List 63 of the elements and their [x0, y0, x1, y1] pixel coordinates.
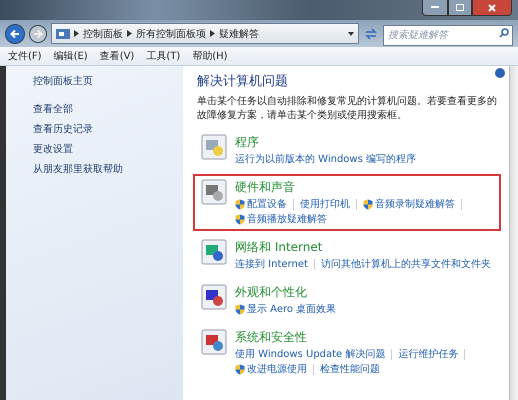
shield-icon	[363, 198, 373, 210]
task-link[interactable]: 检查性能问题	[320, 362, 380, 376]
chevron-icon	[74, 30, 79, 37]
maximize-button[interactable]	[448, 0, 472, 16]
scrollbar[interactable]	[509, 66, 518, 400]
task-link[interactable]: 运行为以前版本的 Windows 编写的程序	[235, 152, 416, 166]
sidebar-link[interactable]: 查看全部	[33, 102, 183, 116]
search-icon[interactable]	[499, 28, 509, 38]
shield-icon	[235, 304, 245, 314]
network-icon	[201, 239, 227, 265]
arrow-left-icon	[10, 28, 20, 38]
task-link[interactable]: 配置设备	[235, 197, 287, 211]
close-button[interactable]	[472, 0, 512, 16]
task-link[interactable]: 音频录制疑难解答	[363, 197, 455, 211]
category-title[interactable]: 程序	[235, 134, 416, 151]
task-link[interactable]: 访问其他计算机上的共享文件和文件夹	[320, 257, 491, 271]
task-link[interactable]: 使用打印机	[300, 197, 350, 211]
task-link[interactable]: 使用 Windows Update 解决问题	[235, 347, 386, 361]
menu-item[interactable]: 查看(V)	[100, 49, 134, 63]
search-field[interactable]: 搜索疑难解答	[383, 25, 513, 46]
sidebar-link[interactable]: 从朋友那里获取帮助	[33, 162, 183, 176]
programs-icon	[201, 134, 227, 160]
sidebar-link[interactable]: 更改设置	[33, 142, 183, 156]
breadcrumb-item[interactable]: 所有控制面板项	[136, 26, 206, 40]
page-heading: 解决计算机问题	[197, 73, 289, 90]
dropdown-icon[interactable]	[348, 32, 354, 36]
breadcrumb-item[interactable]: 疑难解答	[219, 26, 259, 40]
hardware-icon	[201, 179, 227, 205]
chevron-icon	[127, 30, 132, 37]
control-panel-icon	[56, 28, 70, 38]
task-link[interactable]: 音频播放疑难解答	[235, 212, 327, 226]
appearance-icon	[201, 284, 227, 310]
category-title[interactable]: 外观和个性化	[235, 284, 336, 301]
category-title[interactable]: 硬件和声音	[235, 179, 493, 196]
minimize-button[interactable]	[422, 0, 448, 16]
category-title[interactable]: 系统和安全性	[235, 329, 493, 346]
arrow-right-icon	[33, 28, 43, 38]
sidebar-link[interactable]: 控制面板主页	[33, 74, 183, 88]
task-link[interactable]: 显示 Aero 桌面效果	[235, 302, 336, 316]
chevron-icon	[210, 30, 215, 37]
task-link[interactable]: 连接到 Internet	[235, 257, 308, 271]
system-icon	[201, 329, 227, 355]
close-icon	[488, 4, 496, 12]
shield-icon	[235, 364, 245, 374]
minimize-icon	[431, 6, 439, 9]
shield-icon	[235, 214, 245, 224]
refresh-icon[interactable]	[363, 26, 379, 40]
shield-icon	[235, 198, 245, 210]
menu-item[interactable]: 工具(T)	[146, 49, 180, 63]
menu-item[interactable]: 文件(F)	[8, 49, 42, 63]
category-title[interactable]: 网络和 Internet	[235, 239, 491, 256]
help-icon[interactable]	[495, 68, 505, 78]
task-link[interactable]: 运行维护任务	[398, 347, 458, 361]
task-link[interactable]: 改进电源使用	[235, 362, 307, 376]
menu-item[interactable]: 编辑(E)	[54, 49, 88, 63]
breadcrumb-item[interactable]: 控制面板	[83, 26, 123, 40]
menu-item[interactable]: 帮助(H)	[192, 49, 228, 63]
back-button[interactable]	[5, 24, 25, 44]
maximize-icon	[456, 4, 464, 11]
forward-button[interactable]	[29, 24, 47, 42]
address-bar[interactable]: 控制面板 所有控制面板项 疑难解答	[51, 23, 359, 44]
description-text: 单击某个任务以自动排除和修复常见的计算机问题。若要查看更多的故障修复方案，请单击某个类别或使用搜索框。	[197, 95, 498, 123]
sidebar-link[interactable]: 查看历史记录	[33, 122, 183, 136]
